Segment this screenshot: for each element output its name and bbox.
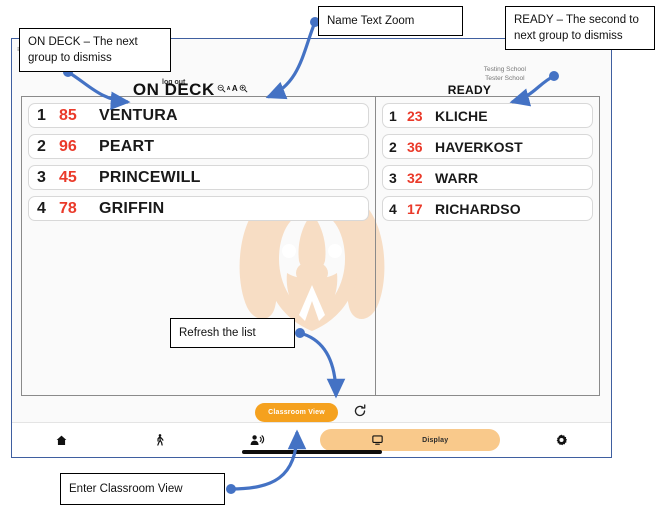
school-name-line1: Testing School — [483, 66, 526, 73]
row-name: GRIFFIN — [99, 199, 165, 217]
magnifier-minus-icon[interactable] — [217, 84, 226, 93]
refresh-button[interactable] — [352, 403, 368, 421]
on-deck-row-list: 1 85 VENTURA 2 96 PEART 3 45 PRINCEWILL … — [22, 103, 375, 227]
ready-row-list: 1 23 KLICHE 2 36 HAVERKOST 3 32 WARR 4 1… — [376, 103, 599, 227]
name-text-zoom-controls[interactable]: AA — [217, 84, 248, 93]
refresh-icon — [353, 403, 367, 421]
nav-item-settings[interactable] — [513, 423, 611, 457]
on-deck-title-text: ON DECK — [132, 80, 215, 99]
ready-title: READY — [447, 83, 492, 97]
table-row[interactable]: 3 32 WARR — [382, 165, 593, 190]
school-name-line2: Tester School — [485, 75, 525, 82]
dismissal-columns: ON DECK A A 1 85 VENTURA 2 96 PEART 3 45 P… — [21, 80, 600, 396]
large-a-label[interactable]: A — [232, 84, 238, 93]
magnifier-plus-icon[interactable] — [239, 84, 248, 93]
row-number: 23 — [407, 107, 423, 124]
gear-icon — [555, 434, 568, 447]
row-name: HAVERKOST — [435, 138, 523, 155]
monitor-icon — [371, 434, 384, 446]
table-row[interactable]: 2 36 HAVERKOST — [382, 134, 593, 159]
row-name: KLICHE — [435, 107, 488, 124]
table-row[interactable]: 4 17 RICHARDSO — [382, 196, 593, 221]
table-row[interactable]: 1 23 KLICHE — [382, 103, 593, 128]
row-position: 2 — [37, 137, 46, 155]
school-name-label: Testing School Tester School — [484, 65, 526, 83]
callout-ready: READY – The second to next group to dism… — [505, 6, 655, 50]
small-a-label[interactable]: A — [227, 86, 231, 92]
row-position: 1 — [389, 107, 397, 124]
row-name: PEART — [99, 137, 155, 155]
home-icon — [55, 434, 68, 447]
row-number: 32 — [407, 169, 423, 186]
row-position: 3 — [37, 168, 46, 186]
table-row[interactable]: 2 96 PEART — [28, 134, 369, 159]
row-position: 4 — [37, 199, 46, 217]
table-row[interactable]: 3 45 PRINCEWILL — [28, 165, 369, 190]
row-number: 85 — [59, 106, 77, 124]
display-pill[interactable]: Display — [319, 429, 500, 451]
row-position: 3 — [389, 169, 397, 186]
row-position: 1 — [37, 106, 46, 124]
row-position: 2 — [389, 138, 397, 155]
table-row[interactable]: 4 78 GRIFFIN — [28, 196, 369, 221]
column-on-deck: ON DECK A A 1 85 VENTURA 2 96 PEART 3 45 P… — [22, 80, 376, 395]
display-label: Display — [422, 436, 449, 444]
callout-enter-classroom-view: Enter Classroom View — [60, 473, 225, 505]
on-deck-title: ON DECK A A — [14, 80, 367, 100]
table-row[interactable]: 1 85 VENTURA — [28, 103, 369, 128]
row-name: PRINCEWILL — [99, 168, 201, 186]
person-announce-icon — [250, 434, 265, 447]
classroom-view-button[interactable]: Classroom View — [255, 402, 338, 422]
row-number: 17 — [407, 200, 423, 217]
row-number: 78 — [59, 199, 77, 217]
row-number: 96 — [59, 137, 77, 155]
callout-on-deck: ON DECK – The next group to dismiss — [19, 28, 171, 72]
row-position: 4 — [389, 200, 397, 217]
row-name: WARR — [435, 169, 479, 186]
walking-person-icon — [153, 433, 166, 447]
callout-name-text-zoom: Name Text Zoom — [318, 6, 463, 36]
row-number: 36 — [407, 138, 423, 155]
home-indicator — [241, 450, 382, 454]
callout-refresh: Refresh the list — [170, 318, 295, 348]
column-ready: READY 1 23 KLICHE 2 36 HAVERKOST 3 32 WA… — [376, 83, 599, 395]
app-window: ≡ log out Testing School Tester School — [11, 38, 612, 458]
nav-item-home[interactable] — [12, 423, 110, 457]
row-number: 45 — [59, 168, 77, 186]
nav-item-walking[interactable] — [110, 423, 208, 457]
row-name: VENTURA — [99, 106, 178, 124]
row-name: RICHARDSO — [435, 200, 521, 217]
